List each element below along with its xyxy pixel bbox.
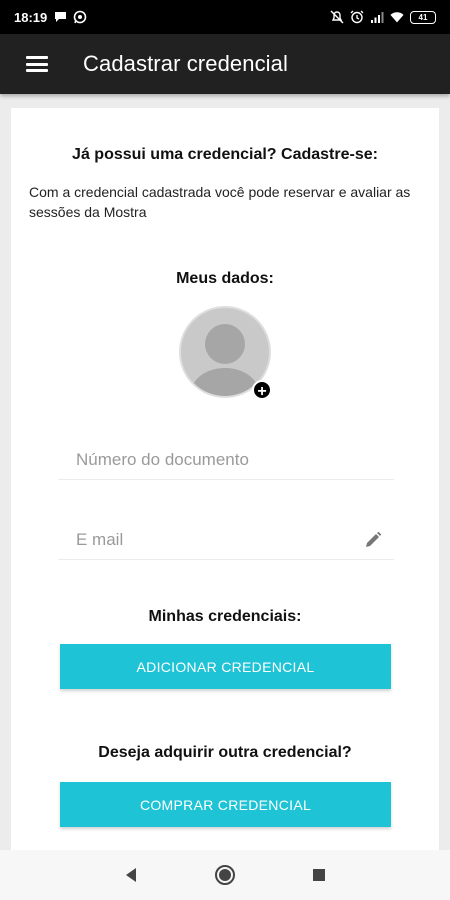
my-credentials-label: Minhas credenciais: bbox=[148, 608, 302, 625]
recents-button[interactable] bbox=[272, 850, 366, 900]
back-icon bbox=[126, 868, 136, 882]
hamburger-menu-icon bbox=[26, 56, 48, 72]
document-number-field[interactable] bbox=[58, 434, 394, 480]
home-button[interactable] bbox=[178, 850, 272, 900]
buy-credential-button[interactable]: COMPRAR CREDENCIAL bbox=[60, 782, 391, 827]
email-input[interactable] bbox=[58, 514, 394, 559]
status-bar: 18:19 41 bbox=[0, 0, 450, 34]
recents-icon bbox=[313, 869, 325, 881]
signal-icon bbox=[370, 10, 384, 24]
mute-icon bbox=[330, 10, 344, 24]
email-field[interactable] bbox=[58, 514, 394, 560]
whatsapp-icon bbox=[73, 10, 87, 24]
chat-bubble-icon bbox=[53, 10, 67, 24]
page-title: Cadastrar credencial bbox=[83, 51, 288, 76]
add-credential-button[interactable]: ADICIONAR CREDENCIAL bbox=[60, 644, 391, 689]
register-description: Com a credencial cadastrada você pode re… bbox=[29, 184, 411, 220]
status-time: 18:19 bbox=[14, 9, 48, 25]
register-heading: Já possui uma credencial? Cadastre-se: bbox=[72, 146, 378, 163]
app-bar: Cadastrar credencial bbox=[0, 34, 450, 94]
status-left: 18:19 bbox=[14, 10, 87, 25]
menu-button[interactable] bbox=[0, 34, 74, 94]
system-nav-bar bbox=[0, 850, 450, 900]
avatar-picker[interactable]: + bbox=[179, 306, 272, 400]
buy-credential-question: Deseja adquirir outra credencial? bbox=[98, 744, 352, 761]
my-data-label: Meus dados: bbox=[176, 270, 274, 287]
document-number-input[interactable] bbox=[58, 434, 394, 479]
wifi-icon bbox=[390, 10, 404, 24]
add-photo-icon[interactable]: + bbox=[252, 380, 272, 400]
back-button[interactable] bbox=[84, 850, 178, 900]
status-right: 41 bbox=[330, 10, 436, 24]
alarm-icon bbox=[350, 10, 364, 24]
pencil-icon[interactable] bbox=[364, 531, 382, 549]
battery-icon: 41 bbox=[410, 10, 436, 24]
registration-card: Já possui uma credencial? Cadastre-se: C… bbox=[11, 108, 439, 850]
home-icon bbox=[215, 865, 235, 885]
